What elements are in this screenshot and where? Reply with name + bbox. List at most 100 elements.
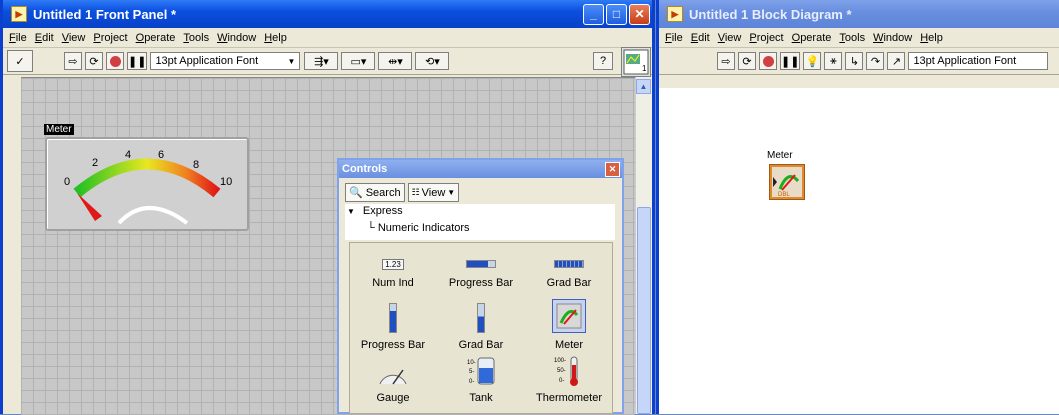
left-panel-margin (3, 77, 21, 414)
front-panel-window: ▶ Untitled 1 Front Panel * _ □ ✕ File Ed… (0, 0, 655, 415)
palette-toolbar: 🔍 Search ☷ View ▼ (345, 183, 460, 202)
abort-execution-icon[interactable] (759, 52, 777, 70)
tree-child-label: Numeric Indicators (377, 222, 470, 234)
tree-item-express[interactable]: ▼ Express (347, 205, 403, 217)
menu-project[interactable]: Project (749, 32, 783, 44)
menu-tools[interactable]: Tools (183, 32, 209, 44)
maximize-button[interactable]: □ (606, 3, 627, 25)
palette-close-button[interactable]: ✕ (605, 161, 620, 177)
pause-icon[interactable]: ❚❚ (127, 52, 148, 70)
palette-item-label: Meter (554, 339, 584, 351)
block-diagram-canvas[interactable]: Meter DBL (659, 88, 1059, 414)
pause-icon[interactable]: ❚❚ (780, 52, 801, 70)
palette-item-meter[interactable]: Meter (526, 299, 612, 351)
palette-items-grid: 1.23 Num Ind Progress Bar Grad Bar Progr… (349, 242, 613, 414)
vi-icon[interactable]: 1 (621, 47, 651, 77)
meter-needle[interactable] (77, 193, 102, 221)
scrollbar-thumb[interactable] (637, 207, 651, 414)
meter-terminal[interactable]: DBL (769, 164, 805, 200)
step-out-icon[interactable]: ↗ (887, 52, 906, 70)
menu-window[interactable]: Window (873, 32, 912, 44)
close-button[interactable]: ✕ (629, 3, 650, 25)
menu-window[interactable]: Window (217, 32, 256, 44)
tree-root-label: Express (362, 205, 403, 217)
front-panel-title-bar[interactable]: ▶ Untitled 1 Front Panel * _ □ ✕ (3, 0, 652, 28)
menu-edit[interactable]: Edit (35, 32, 54, 44)
svg-text:0-: 0- (559, 378, 564, 384)
block-diagram-window: ▶ Untitled 1 Block Diagram * File Edit V… (656, 0, 1059, 414)
tree-item-numeric-indicators[interactable]: └ Numeric Indicators (367, 222, 470, 234)
terminal-label: Meter (767, 150, 793, 161)
retain-wire-values-icon[interactable]: ⚹ (824, 52, 843, 70)
palette-view-button[interactable]: ☷ View ▼ (407, 183, 460, 202)
abort-execution-icon[interactable] (106, 52, 124, 70)
palette-item-label: Progress Bar (360, 339, 426, 351)
thermometer-icon: 100- 50- 0- (554, 356, 578, 386)
palette-item-label: Grad Bar (546, 277, 592, 289)
labview-app-icon: ▶ (11, 6, 27, 22)
menu-help[interactable]: Help (264, 32, 287, 44)
controls-palette-title: Controls (342, 163, 388, 175)
text-settings-dropdown[interactable]: 13pt Application Font (908, 52, 1049, 70)
menu-edit[interactable]: Edit (691, 32, 710, 44)
step-into-icon[interactable]: ↳ (845, 52, 864, 70)
block-diagram-title-bar[interactable]: ▶ Untitled 1 Block Diagram * (659, 0, 1059, 28)
menu-operate[interactable]: Operate (136, 32, 176, 44)
palette-item-label: Num Ind (372, 277, 414, 289)
svg-text:50-: 50- (557, 368, 566, 374)
palette-item-thermometer[interactable]: 100- 50- 0- Thermometer (526, 356, 612, 404)
view-list-icon: ☷ (411, 187, 420, 197)
meter-tick-6: 6 (158, 149, 164, 161)
step-over-icon[interactable]: ↷ (866, 52, 885, 70)
palette-item-progress-bar-vertical[interactable]: Progress Bar (350, 303, 436, 351)
block-diagram-title: Untitled 1 Block Diagram * (689, 6, 852, 22)
run-continuously-icon[interactable]: ⟳ (85, 52, 103, 70)
terminal-type: DBL (778, 192, 790, 197)
palette-item-grad-bar-horizontal[interactable]: Grad Bar (526, 257, 612, 289)
menu-help[interactable]: Help (920, 32, 943, 44)
meter-indicator[interactable]: 0 2 4 6 8 10 (45, 137, 249, 231)
operate-value-tool-icon[interactable]: ✓ (7, 50, 33, 72)
text-settings-dropdown[interactable]: 13pt Application Font ▼ (150, 52, 301, 70)
menu-view[interactable]: View (62, 32, 86, 44)
minimize-button[interactable]: _ (583, 3, 604, 25)
highlight-execution-icon[interactable]: 💡 (803, 52, 822, 70)
meter-tick-0: 0 (64, 176, 70, 188)
search-label: Search (365, 186, 401, 199)
menu-operate[interactable]: Operate (792, 32, 832, 44)
run-continuously-icon[interactable]: ⟳ (738, 52, 756, 70)
menu-tools[interactable]: Tools (839, 32, 865, 44)
meter-tick-2: 2 (92, 157, 98, 169)
context-help-icon[interactable]: ? (593, 52, 613, 70)
run-arrow-icon[interactable]: ⇨ (717, 52, 735, 70)
palette-item-gauge[interactable]: Gauge (350, 356, 436, 404)
menu-project[interactable]: Project (93, 32, 127, 44)
scroll-up-arrow-icon[interactable]: ▲ (636, 79, 651, 94)
meter-label[interactable]: Meter (44, 124, 74, 135)
run-arrow-icon[interactable]: ⇨ (64, 52, 82, 70)
block-diagram-menubar: File Edit View Project Operate Tools Win… (659, 28, 1059, 48)
menu-file[interactable]: File (9, 32, 27, 44)
distribute-objects-icon[interactable]: ▭▾ (341, 52, 376, 70)
reorder-icon[interactable]: ⟲▾ (415, 52, 450, 70)
controls-palette-title-bar[interactable]: Controls ✕ (339, 160, 622, 178)
palette-item-label: Tank (469, 392, 493, 404)
palette-item-num-ind[interactable]: 1.23 Num Ind (350, 257, 436, 289)
resize-objects-icon[interactable]: ⇹▾ (378, 52, 413, 70)
meter-terminal-icon: DBL (772, 167, 802, 198)
meter-dial: 0 2 4 6 8 10 (64, 149, 232, 225)
menu-view[interactable]: View (718, 32, 742, 44)
chevron-down-icon: ▼ (447, 188, 456, 197)
palette-item-tank[interactable]: 10- 5- 0- Tank (438, 356, 524, 404)
vertical-scrollbar[interactable]: ▲ (635, 77, 652, 414)
view-label: View (421, 186, 446, 199)
palette-item-grad-bar-vertical[interactable]: Grad Bar (438, 303, 524, 351)
palette-item-label: Progress Bar (448, 277, 514, 289)
palette-item-progress-bar-horizontal[interactable]: Progress Bar (438, 257, 524, 289)
menu-file[interactable]: File (665, 32, 683, 44)
palette-search-button[interactable]: 🔍 Search (345, 183, 405, 202)
meter-tick-4: 4 (125, 149, 131, 161)
palette-item-label: Thermometer (535, 392, 603, 404)
svg-text:1: 1 (642, 64, 647, 73)
align-objects-icon[interactable]: ⇶▾ (304, 52, 339, 70)
